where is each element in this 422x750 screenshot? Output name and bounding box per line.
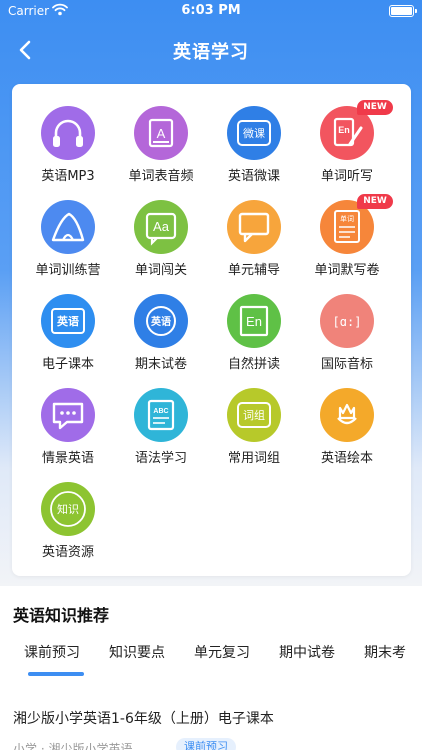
feature-label: 情景英语 [41, 451, 94, 466]
tab-bar: 课前预习 知识要点 单元复习 期中试卷 期末考 [0, 642, 422, 672]
phonics-icon: En [227, 294, 281, 348]
recommend-section: 英语知识推荐 课前预习 知识要点 单元复习 期中试卷 期末考 湘少版小学英语1-… [0, 586, 422, 750]
feature-item[interactable]: A 单词表音频 [113, 106, 209, 192]
section-title: 英语知识推荐 [13, 606, 110, 625]
aa-icon: Aa [134, 200, 188, 254]
phonetic-icon: [ɑ:] [320, 294, 374, 348]
feature-label: 英语绘本 [320, 451, 373, 466]
svg-text:En: En [338, 125, 350, 135]
feature-item[interactable]: 知识 英语资源 [20, 482, 116, 568]
feature-item[interactable]: 英语 期末试卷 [113, 294, 209, 380]
feature-label: 单词默写卷 [314, 263, 380, 278]
feature-item[interactable]: 单词训练营 [20, 200, 116, 286]
feature-label: 单词听写 [320, 169, 373, 184]
feature-label: 单元辅导 [227, 263, 280, 278]
new-badge: NEW [357, 194, 393, 209]
feature-label: 单词表音频 [128, 169, 194, 184]
feature-label: 电子课本 [41, 357, 94, 372]
svg-text:[ɑ:]: [ɑ:] [333, 315, 362, 329]
feature-item[interactable]: Aa 单词闯关 [113, 200, 209, 286]
svg-text:En: En [246, 314, 262, 329]
feature-label: 语法学习 [134, 451, 187, 466]
feature-label: 国际音标 [320, 357, 373, 372]
battery-icon [389, 5, 417, 17]
svg-text:ABC: ABC [153, 408, 168, 415]
exam-icon: 英语 [134, 294, 188, 348]
dialog-icon [41, 388, 95, 442]
svg-text:A: A [157, 126, 166, 141]
tab-preview[interactable]: 课前预习 [24, 642, 80, 662]
micro-course-icon: 微课 [227, 106, 281, 160]
svg-text:Aa: Aa [153, 219, 170, 234]
grammar-icon: ABC [134, 388, 188, 442]
feature-item[interactable]: En NEW 单词听写 [299, 100, 395, 192]
knowledge-icon: 知识 [41, 482, 95, 536]
feature-card: 英语MP3 A 单词表音频 微课英语微课 En NEW 单词听写 单词训练营 Aa 单… [12, 84, 411, 576]
feature-item[interactable]: 单词 NEW 单词默写卷 [299, 194, 395, 286]
feature-label: 期末试卷 [134, 357, 187, 372]
svg-text:英语: 英语 [56, 314, 79, 328]
picture-book-icon [320, 388, 374, 442]
svg-text:微课: 微课 [243, 126, 265, 140]
feature-label: 单词训练营 [35, 263, 101, 278]
feature-label: 常用词组 [227, 451, 280, 466]
new-badge: NEW [357, 100, 393, 115]
phrase-icon: 词组 [227, 388, 281, 442]
feature-item[interactable]: ABC 语法学习 [113, 388, 209, 474]
feature-item[interactable]: En 自然拼读 [206, 294, 302, 380]
tab-final[interactable]: 期末考 [364, 642, 406, 662]
feature-item[interactable]: 单元辅导 [206, 200, 302, 286]
feature-label: 单词闯关 [134, 263, 187, 278]
chat-bubble-icon [227, 200, 281, 254]
headphones-icon [41, 106, 95, 160]
status-time: 6:03 PM [181, 3, 241, 18]
tab-key-points[interactable]: 知识要点 [109, 642, 165, 662]
svg-text:单词: 单词 [340, 214, 354, 223]
list-item-title[interactable]: 湘少版小学英语1-6年级（上册）电子课本 [13, 708, 274, 728]
feature-item[interactable]: 英语MP3 [20, 106, 116, 192]
list-item-tag: 课前预习 [176, 738, 236, 750]
svg-text:知识: 知识 [57, 502, 79, 516]
feature-item[interactable]: 英语 电子课本 [20, 294, 116, 380]
svg-text:英语: 英语 [150, 315, 171, 328]
feature-item[interactable]: [ɑ:] 国际音标 [299, 294, 395, 380]
page-title: 英语学习 [173, 42, 249, 63]
letter-a-book-icon: A [134, 106, 188, 160]
ebook-icon: 英语 [41, 294, 95, 348]
feature-item[interactable]: 微课 英语微课 [206, 106, 302, 192]
status-bar: Carrier 6:03 PM [0, 0, 422, 24]
nav-bar: 英语学习 [0, 30, 422, 70]
feature-label: 英语MP3 [41, 169, 95, 184]
feature-item[interactable]: 英语绘本 [299, 388, 395, 474]
active-tab-indicator [28, 672, 84, 676]
feature-item[interactable]: 词组 常用词组 [206, 388, 302, 474]
svg-text:词组: 词组 [243, 408, 265, 422]
feature-item[interactable]: 情景英语 [20, 388, 116, 474]
tent-icon [41, 200, 95, 254]
tab-midterm[interactable]: 期中试卷 [279, 642, 335, 662]
feature-label: 自然拼读 [227, 357, 280, 372]
feature-label: 英语微课 [227, 169, 280, 184]
list-item-subtitle: 小学 · 湘少版小学英语 [13, 742, 133, 750]
tab-unit-review[interactable]: 单元复习 [194, 642, 250, 662]
feature-label: 英语资源 [41, 545, 94, 560]
